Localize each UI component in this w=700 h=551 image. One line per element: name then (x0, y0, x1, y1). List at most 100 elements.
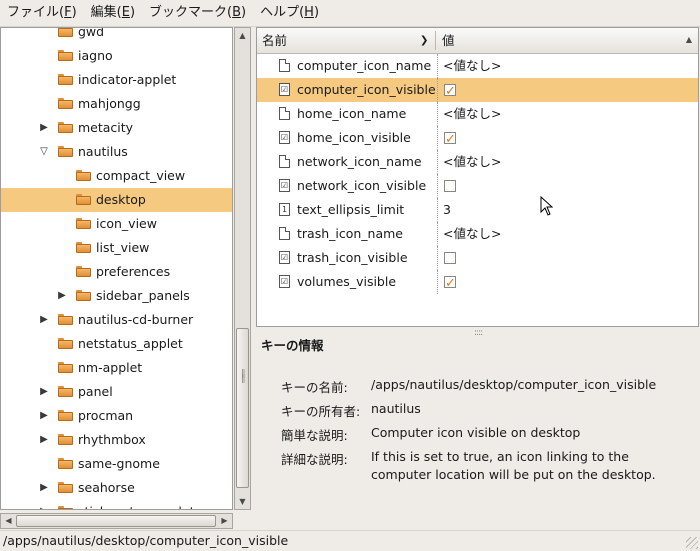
tree-vertical-scrollbar[interactable]: ▲ ▼ (234, 27, 251, 510)
tree-item[interactable]: indicator-applet (1, 68, 232, 92)
key-row[interactable]: ☑ home_icon_visible (257, 126, 698, 152)
key-name: computer_icon_visible (297, 82, 436, 97)
expander-collapsed-icon[interactable]: ▶ (56, 284, 68, 308)
scroll-down-arrow-icon[interactable]: ▼ (235, 494, 250, 509)
column-header-value[interactable]: 値 (442, 28, 455, 53)
tree-item[interactable]: iagno (1, 44, 232, 68)
key-name: computer_icon_name (297, 58, 432, 73)
key-value[interactable]: <値なし> (443, 102, 501, 126)
key-row[interactable]: network_icon_name <値なし> (257, 150, 698, 174)
column-header-name[interactable]: 名前 (262, 28, 287, 53)
tree-hscroll-thumb[interactable] (16, 515, 216, 527)
key-owner-label: キーの所有者: (281, 404, 361, 419)
tree-item-label: stickynotes_applet (78, 500, 194, 509)
value-checkbox[interactable] (444, 252, 456, 264)
tree-scroll-thumb[interactable] (236, 328, 249, 488)
scroll-up-arrow-icon[interactable]: ▲ (681, 32, 697, 48)
key-row[interactable]: computer_icon_name <値なし> (257, 54, 698, 78)
key-row[interactable]: ☑ computer_icon_visible (257, 78, 698, 104)
folder-icon (58, 50, 73, 61)
expander-collapsed-icon[interactable]: ▶ (38, 404, 50, 428)
tree-item-label: nautilus-cd-burner (78, 312, 194, 327)
key-name: network_icon_name (297, 154, 422, 169)
key-name-value: /apps/nautilus/desktop/computer_icon_vis… (371, 377, 657, 392)
tree-item[interactable]: nm-applet (1, 356, 232, 380)
key-owner-value: nautilus (371, 401, 421, 416)
tree-horizontal-scrollbar[interactable]: ◀ ▶ (0, 513, 233, 529)
tree-item-label: icon_view (96, 216, 157, 231)
tree-item[interactable]: netstatus_applet (1, 332, 232, 356)
scroll-left-arrow-icon[interactable]: ◀ (1, 514, 16, 528)
tree-item-label: rhythmbox (78, 432, 146, 447)
tree-item[interactable]: ▶ procman (1, 404, 232, 428)
key-row[interactable]: home_icon_name <値なし> (257, 102, 698, 126)
tree-item[interactable]: desktop (1, 188, 232, 212)
expander-collapsed-icon[interactable]: ▶ (38, 428, 50, 452)
key-value[interactable]: <値なし> (443, 150, 501, 174)
tree-item[interactable]: ▶ panel (1, 380, 232, 404)
value-checkbox[interactable] (444, 272, 456, 296)
key-row[interactable]: ☑ network_icon_visible (257, 174, 698, 198)
menu-accelerator: F (64, 5, 72, 20)
tree-item[interactable]: preferences (1, 260, 232, 284)
tree-item[interactable]: ▶ rhythmbox (1, 428, 232, 452)
menu-edit[interactable]: 編集(E) (84, 2, 142, 24)
tree-item[interactable]: same-gnome (1, 452, 232, 476)
expander-collapsed-icon[interactable]: ▶ (38, 308, 50, 332)
menu-accelerator: H (304, 5, 314, 20)
key-row[interactable]: ☑ volumes_visible (257, 270, 698, 296)
pane-grip-icon[interactable]: ‖ ‖ (241, 370, 247, 386)
tree-item[interactable]: ▶ stickynotes_applet (1, 500, 232, 509)
tree-item[interactable]: compact_view (1, 164, 232, 188)
short-desc-value: Computer icon visible on desktop (371, 425, 581, 440)
tree-list: gwd iagno indicator-applet mahjongg ▶ metacit… (1, 28, 232, 509)
value-checkbox[interactable] (444, 180, 456, 192)
expander-collapsed-icon[interactable]: ▶ (38, 476, 50, 500)
folder-icon (58, 386, 73, 397)
pane-grip-icon[interactable]: :::: (474, 328, 483, 338)
tree-item[interactable]: ▶ nautilus-cd-burner (1, 308, 232, 332)
sort-chevron-icon[interactable]: ❯ (420, 28, 428, 53)
tree-item[interactable]: ▶ metacity (1, 116, 232, 140)
tree-item[interactable]: ▶ seahorse (1, 476, 232, 500)
key-value[interactable]: 3 (443, 198, 451, 222)
key-value[interactable]: <値なし> (443, 54, 501, 78)
expander-collapsed-icon[interactable]: ▶ (38, 116, 50, 140)
menu-accelerator: B (232, 5, 242, 20)
tree-item[interactable]: mahjongg (1, 92, 232, 116)
folder-icon (58, 74, 73, 85)
resize-grip-icon[interactable] (686, 537, 698, 549)
menu-file[interactable]: ファイル(F) (0, 2, 84, 24)
menu-help[interactable]: ヘルプ(H) (253, 2, 326, 24)
tree-item[interactable]: list_view (1, 236, 232, 260)
directory-tree[interactable]: gwd iagno indicator-applet mahjongg ▶ metacit… (0, 27, 233, 510)
tree-item[interactable]: ▽ nautilus (1, 140, 232, 164)
tree-item-label: same-gnome (78, 456, 160, 471)
key-list[interactable]: 名前 ❯ 値 ▲ computer_icon_name <値なし> ☑ compute… (256, 27, 699, 327)
column-divider (437, 198, 438, 222)
long-desc-label: 詳細な説明: (281, 452, 348, 467)
scroll-up-arrow-icon[interactable]: ▲ (235, 28, 250, 43)
value-checkbox[interactable] (444, 128, 456, 152)
tree-item[interactable]: gwd (1, 28, 232, 44)
expander-expanded-icon[interactable]: ▽ (38, 140, 50, 164)
expander-collapsed-icon[interactable]: ▶ (38, 380, 50, 404)
bool-key-icon: ☑ (279, 131, 290, 144)
key-name: home_icon_name (297, 106, 407, 121)
folder-icon (58, 122, 73, 133)
key-row[interactable]: trash_icon_name <値なし> (257, 222, 698, 246)
key-row[interactable]: ☑ trash_icon_visible (257, 246, 698, 270)
folder-icon (76, 242, 91, 253)
value-checkbox[interactable] (444, 80, 456, 104)
key-value[interactable]: <値なし> (443, 222, 501, 246)
text-key-icon (279, 107, 290, 120)
folder-icon (76, 266, 91, 277)
key-list-header: 名前 ❯ 値 ▲ (257, 28, 698, 54)
key-row[interactable]: 1 text_ellipsis_limit 3 (257, 198, 698, 222)
column-separator[interactable] (435, 31, 436, 50)
menu-bookmarks[interactable]: ブックマーク(B) (142, 2, 253, 24)
tree-item[interactable]: icon_view (1, 212, 232, 236)
expander-collapsed-icon[interactable]: ▶ (38, 500, 50, 509)
tree-item[interactable]: ▶ sidebar_panels (1, 284, 232, 308)
scroll-right-arrow-icon[interactable]: ▶ (217, 514, 232, 528)
